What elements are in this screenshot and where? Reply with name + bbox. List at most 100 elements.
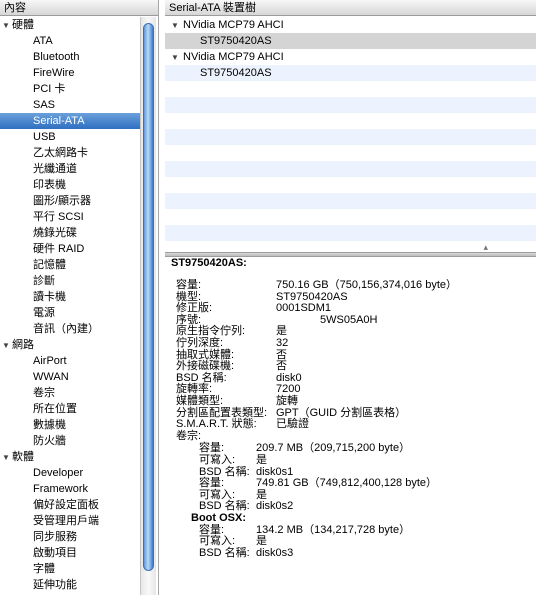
- sidebar-item[interactable]: 防火牆: [0, 433, 140, 449]
- volume-field-value: 是: [256, 488, 267, 501]
- detail-field-label: 旋轉率:: [176, 383, 213, 396]
- sidebar-item[interactable]: Developer: [0, 465, 140, 481]
- sidebar-item[interactable]: Serial-ATA: [0, 113, 140, 129]
- detail-field-value: 是: [276, 325, 287, 338]
- detail-field-label: 外接磁碟機:: [176, 360, 235, 373]
- sidebar-column-header[interactable]: 內容: [0, 0, 158, 16]
- sidebar-item[interactable]: 平行 SCSI: [0, 209, 140, 225]
- detail-field-value: disk0: [276, 371, 302, 384]
- volume-field-label: 可寫入:: [199, 488, 236, 501]
- sidebar-item[interactable]: Framework: [0, 481, 140, 497]
- device-tree-pane: Serial-ATA 裝置樹 ▼ NVidia MCP79 AHCI ST97504…: [165, 0, 536, 252]
- volume-field-value: 是: [256, 454, 267, 466]
- sidebar-item[interactable]: 記憶體: [0, 257, 140, 273]
- sidebar-group-row[interactable]: ▼ 軟體: [0, 449, 140, 465]
- volume-field-value: disk0s3: [256, 546, 294, 559]
- detail-field-label: S.M.A.R.T. 狀態:: [176, 418, 257, 431]
- detail-field-label: 佇列深度:: [176, 337, 224, 349]
- sidebar-item[interactable]: 硬件 RAID: [0, 241, 140, 257]
- sidebar-group-row[interactable]: ▼ 硬體: [0, 17, 140, 33]
- detail-field-value: 32: [276, 337, 289, 349]
- device-drive-row[interactable]: ST9750420AS: [165, 33, 536, 49]
- device-tree-header[interactable]: Serial-ATA 裝置樹: [165, 0, 536, 16]
- detail-title: ST9750420AS:: [171, 257, 247, 269]
- device-empty-row: [165, 161, 536, 177]
- device-controller-row[interactable]: ▼ NVidia MCP79 AHCI: [165, 17, 536, 33]
- detail-pane: ST9750420AS: 容量: 750.16 GB（750,156,374,01…: [165, 257, 536, 595]
- sidebar-item[interactable]: 光纖通道: [0, 161, 140, 177]
- sidebar-group-label: 軟體: [12, 451, 34, 463]
- sidebar-item[interactable]: ATA: [0, 33, 140, 49]
- detail-field-label: 原生指令佇列:: [176, 325, 246, 338]
- device-row-label: NVidia MCP79 AHCI: [183, 51, 284, 63]
- column-resize-icon[interactable]: ▴: [483, 242, 488, 252]
- device-row-label: ST9750420AS: [200, 35, 272, 47]
- detail-field-label: 修正版:: [176, 302, 213, 315]
- sidebar-tree: ▼ 硬體 ATA Bluetooth FireWire PCI 卡 SAS Serial-AT…: [0, 17, 140, 593]
- device-row-label: NVidia MCP79 AHCI: [183, 19, 284, 31]
- device-empty-row: [165, 129, 536, 145]
- sidebar-group-row[interactable]: ▼ 網路: [0, 337, 140, 353]
- sidebar-item[interactable]: 延伸功能: [0, 577, 140, 593]
- sidebar-item[interactable]: 診斷: [0, 273, 140, 289]
- volume-field-label: BSD 名稱:: [199, 546, 250, 559]
- sidebar-item[interactable]: 電源: [0, 305, 140, 321]
- sidebar-item[interactable]: 偏好設定面板: [0, 497, 140, 513]
- sidebar-item[interactable]: WWAN: [0, 369, 140, 385]
- disclosure-triangle-icon[interactable]: ▼: [171, 18, 183, 34]
- sidebar-item[interactable]: 卷宗: [0, 385, 140, 401]
- sidebar-item[interactable]: 數據機: [0, 417, 140, 433]
- detail-field-value: 否: [276, 360, 287, 373]
- detail-field-value: 5WS05A0H: [320, 313, 378, 326]
- device-empty-row: [165, 225, 536, 241]
- sidebar-item[interactable]: FireWire: [0, 65, 140, 81]
- sidebar-scrollbar[interactable]: [140, 17, 156, 595]
- sidebar-item[interactable]: 圖形/顯示器: [0, 193, 140, 209]
- volume-field-value: 是: [256, 535, 267, 548]
- disclosure-triangle-icon[interactable]: ▼: [2, 338, 12, 354]
- sidebar-item[interactable]: 啟動項目: [0, 545, 140, 561]
- volume-field-label: 可寫入:: [199, 535, 236, 548]
- volume-field-label: BSD 名稱:: [199, 500, 250, 513]
- device-empty-row: [165, 209, 536, 225]
- sidebar-item[interactable]: 同步服務: [0, 529, 140, 545]
- sidebar-item[interactable]: Bluetooth: [0, 49, 140, 65]
- volume-field-value: 749.81 GB（749,812,400,128 byte）: [256, 477, 438, 490]
- sidebar-item[interactable]: 讀卡機: [0, 289, 140, 305]
- sidebar-item[interactable]: 音訊（內建）: [0, 321, 140, 337]
- device-drive-row[interactable]: ST9750420AS: [165, 65, 536, 81]
- device-empty-row: [165, 145, 536, 161]
- disclosure-triangle-icon[interactable]: ▼: [171, 50, 183, 66]
- detail-field-value: 已驗證: [276, 418, 309, 431]
- detail-field-label: 容量:: [176, 279, 202, 291]
- sidebar-item[interactable]: 所在位置: [0, 401, 140, 417]
- sidebar-item[interactable]: 印表機: [0, 177, 140, 193]
- detail-field-value: 否: [276, 348, 287, 361]
- volume-field-value: disk0s2: [256, 500, 294, 513]
- sidebar-item[interactable]: 受管理用戶端: [0, 513, 140, 529]
- disclosure-triangle-icon[interactable]: ▼: [2, 450, 12, 466]
- device-row-label: ST9750420AS: [200, 67, 272, 79]
- volume-name: Boot OSX:: [191, 512, 246, 524]
- sidebar-item[interactable]: PCI 卡: [0, 81, 140, 97]
- volume-field-label: 容量:: [199, 477, 225, 490]
- sidebar-item[interactable]: 乙太網路卡: [0, 145, 140, 161]
- sidebar-group-label: 網路: [12, 339, 34, 351]
- volume-field-value: disk0s1: [256, 465, 294, 478]
- sidebar-item[interactable]: AirPort: [0, 353, 140, 369]
- volume-field-label: 可寫入:: [199, 454, 236, 466]
- sidebar-item[interactable]: 燒錄光碟: [0, 225, 140, 241]
- disclosure-triangle-icon[interactable]: ▼: [2, 18, 12, 34]
- volume-field-value: 134.2 MB（134,217,728 byte）: [256, 523, 411, 536]
- detail-field-label: 抽取式媒體:: [176, 348, 235, 361]
- device-empty-row: [165, 177, 536, 193]
- sidebar-item[interactable]: 字體: [0, 561, 140, 577]
- detail-field-value: 7200: [276, 383, 301, 396]
- detail-field-label: 分割區配置表類型:: [176, 406, 268, 419]
- device-controller-row[interactable]: ▼ NVidia MCP79 AHCI: [165, 49, 536, 65]
- sidebar-scrollbar-thumb[interactable]: [143, 23, 154, 571]
- sidebar-group-label: 硬體: [12, 19, 34, 31]
- sidebar-item[interactable]: USB: [0, 129, 140, 145]
- detail-field-label: 媒體類型:: [176, 395, 224, 407]
- sidebar-item[interactable]: SAS: [0, 97, 140, 113]
